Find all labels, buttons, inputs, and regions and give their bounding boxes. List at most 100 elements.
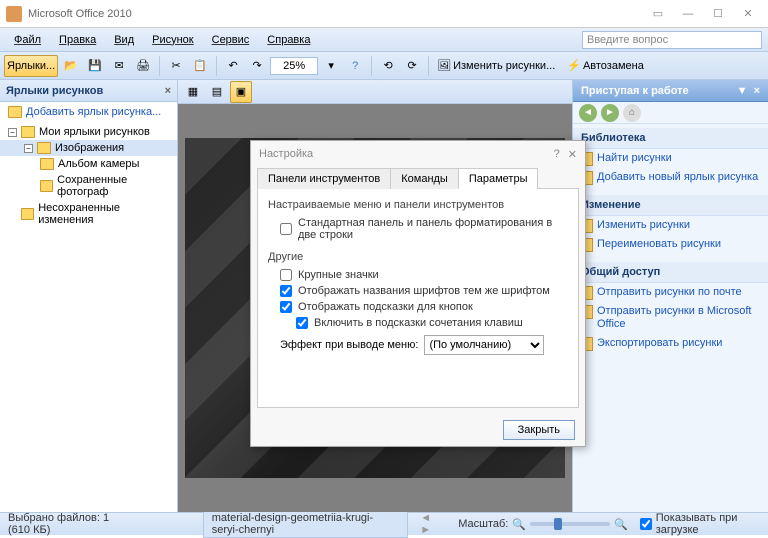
- tree-saved[interactable]: Сохраненные фотограф: [0, 172, 177, 200]
- btn-print[interactable]: 🖨: [132, 55, 154, 77]
- show-on-load-checkbox[interactable]: Показывать при загрузке: [640, 512, 760, 536]
- expander-icon[interactable]: −: [24, 144, 33, 153]
- close-button[interactable]: ✕: [734, 4, 762, 24]
- show-on-load-input[interactable]: [640, 518, 652, 530]
- left-panel-title: Ярлыки рисунков: [6, 85, 103, 97]
- left-panel-close[interactable]: ×: [165, 85, 171, 97]
- dialog-title: Настройка: [259, 148, 313, 160]
- folder-icon: [21, 126, 35, 138]
- statusbar: Выбрано файлов: 1 (610 КБ) material-desi…: [0, 512, 768, 535]
- view-thumbnails[interactable]: ▦: [182, 81, 204, 103]
- btn-copy[interactable]: 📋: [189, 55, 211, 77]
- menu-edit[interactable]: Правка: [51, 32, 104, 48]
- folder-icon: [21, 208, 35, 220]
- btn-redo[interactable]: ↷: [246, 55, 268, 77]
- link-send-office[interactable]: Отправить рисунки в Microsoft Office: [573, 302, 768, 334]
- right-panel-close[interactable]: ×: [754, 85, 760, 97]
- zoom-out-icon[interactable]: 🔍: [512, 518, 526, 531]
- thumbnail-icon[interactable]: ▭: [644, 4, 672, 24]
- minimize-button[interactable]: —: [674, 4, 702, 24]
- folder-add-icon: [8, 106, 22, 118]
- nav-back[interactable]: ◄: [579, 104, 597, 122]
- question-input[interactable]: Введите вопрос: [582, 31, 762, 49]
- opt-two-rows[interactable]: Стандартная панель и панель форматирован…: [268, 215, 568, 243]
- expander-icon[interactable]: −: [8, 128, 17, 137]
- status-nav: ◄ ►: [420, 512, 446, 536]
- view-filmstrip[interactable]: ▤: [206, 81, 228, 103]
- right-panel-dropdown[interactable]: ▼: [737, 85, 748, 97]
- tree-camera[interactable]: Альбом камеры: [0, 156, 177, 172]
- add-shortcut-link[interactable]: Добавить ярлык рисунка...: [0, 102, 177, 122]
- nav-home[interactable]: ⌂: [623, 104, 641, 122]
- tree-images[interactable]: − Изображения: [0, 140, 177, 156]
- btn-rotate-left[interactable]: ⟲: [377, 55, 399, 77]
- btn-mail[interactable]: ✉: [108, 55, 130, 77]
- link-rename-pictures[interactable]: Переименовать рисунки: [573, 235, 768, 254]
- shortcut-tree: − Мои ярлыки рисунков − Изображения Альб…: [0, 122, 177, 512]
- nav-fwd[interactable]: ►: [601, 104, 619, 122]
- tree-root[interactable]: − Мои ярлыки рисунков: [0, 124, 177, 140]
- close-button[interactable]: Закрыть: [503, 420, 575, 440]
- btn-rotate-right[interactable]: ⟳: [401, 55, 423, 77]
- status-selected: Выбрано файлов: 1 (610 КБ): [8, 512, 131, 536]
- dialog-help-icon[interactable]: ?: [554, 148, 560, 161]
- right-panel-header: Приступая к работе ▼ ×: [573, 80, 768, 102]
- tab-options[interactable]: Параметры: [458, 168, 539, 189]
- folder-icon: [40, 158, 54, 170]
- app-title: Microsoft Office 2010: [28, 8, 644, 20]
- zoom-combo[interactable]: 25%: [270, 57, 318, 75]
- section-library: Библиотека Найти рисунки Добавить новый …: [573, 124, 768, 191]
- btn-autocorrect[interactable]: ⚡Автозамена: [564, 55, 651, 77]
- menu-picture[interactable]: Рисунок: [144, 32, 202, 48]
- dialog-tabs: Панели инструментов Команды Параметры: [251, 167, 585, 188]
- btn-undo[interactable]: ↶: [222, 55, 244, 77]
- customize-dialog: Настройка ? ✕ Панели инструментов Команд…: [250, 140, 586, 447]
- link-export[interactable]: Экспортировать рисунки: [573, 334, 768, 353]
- opt-font-names[interactable]: Отображать названия шрифтов тем же шрифт…: [268, 283, 568, 299]
- link-find-pictures[interactable]: Найти рисунки: [573, 149, 768, 168]
- link-add-shortcut[interactable]: Добавить новый ярлык рисунка: [573, 168, 768, 187]
- status-zoom: Масштаб: 🔍 🔍: [458, 518, 628, 531]
- btn-help[interactable]: ?: [344, 55, 366, 77]
- effect-label: Эффект при выводе меню:: [280, 339, 418, 351]
- section-edit: Изменение Изменить рисунки Переименовать…: [573, 191, 768, 258]
- dialog-titlebar: Настройка ? ✕: [251, 141, 585, 167]
- folder-icon: [40, 180, 53, 192]
- btn-edit-pictures[interactable]: 🖼Изменить рисунки...: [434, 55, 562, 77]
- menu-effect-row: Эффект при выводе меню: (По умолчанию): [268, 331, 568, 355]
- menu-view[interactable]: Вид: [106, 32, 142, 48]
- menu-help[interactable]: Справка: [259, 32, 318, 48]
- menu-service[interactable]: Сервис: [204, 32, 258, 48]
- tab-commands[interactable]: Команды: [390, 168, 459, 189]
- status-filename: material-design-geometriia-krugi-seryi-c…: [203, 510, 409, 538]
- right-panel-nav: ◄ ► ⌂: [573, 102, 768, 124]
- maximize-button[interactable]: ☐: [704, 4, 732, 24]
- center-toolbar: ▦ ▤ ▣: [178, 80, 572, 104]
- tab-toolbars[interactable]: Панели инструментов: [257, 168, 391, 189]
- link-edit-pictures[interactable]: Изменить рисунки: [573, 216, 768, 235]
- zoom-dropdown[interactable]: ▾: [320, 55, 342, 77]
- opt-shortcuts[interactable]: Включить в подсказки сочетания клавиш: [268, 315, 568, 331]
- right-panel: Приступая к работе ▼ × ◄ ► ⌂ Библиотека …: [572, 80, 768, 512]
- btn-cut[interactable]: ✂: [165, 55, 187, 77]
- tab-shortcuts[interactable]: Ярлыки...: [4, 55, 58, 77]
- link-send-mail[interactable]: Отправить рисунки по почте: [573, 283, 768, 302]
- folder-icon: [37, 142, 51, 154]
- opt-large-icons[interactable]: Крупные значки: [268, 267, 568, 283]
- dialog-buttons: Закрыть: [251, 414, 585, 446]
- toolbar: Ярлыки... 📂 💾 ✉ 🖨 ✂ 📋 ↶ ↷ 25% ▾ ? ⟲ ⟳ 🖼И…: [0, 52, 768, 80]
- btn-save[interactable]: 💾: [84, 55, 106, 77]
- zoom-in-icon[interactable]: 🔍: [614, 518, 628, 531]
- zoom-slider[interactable]: [530, 522, 610, 526]
- tree-unsaved[interactable]: Несохраненные изменения: [0, 200, 177, 228]
- left-panel-header: Ярлыки рисунков ×: [0, 80, 177, 102]
- titlebar: Microsoft Office 2010 ▭ — ☐ ✕: [0, 0, 768, 28]
- view-single[interactable]: ▣: [230, 81, 252, 103]
- opt-tooltips[interactable]: Отображать подсказки для кнопок: [268, 299, 568, 315]
- right-panel-title: Приступая к работе: [581, 85, 689, 97]
- section-header: Изменение: [573, 195, 768, 216]
- btn-open[interactable]: 📂: [60, 55, 82, 77]
- menu-file[interactable]: Файл: [6, 32, 49, 48]
- dialog-close-icon[interactable]: ✕: [568, 148, 577, 161]
- effect-select[interactable]: (По умолчанию): [424, 335, 544, 355]
